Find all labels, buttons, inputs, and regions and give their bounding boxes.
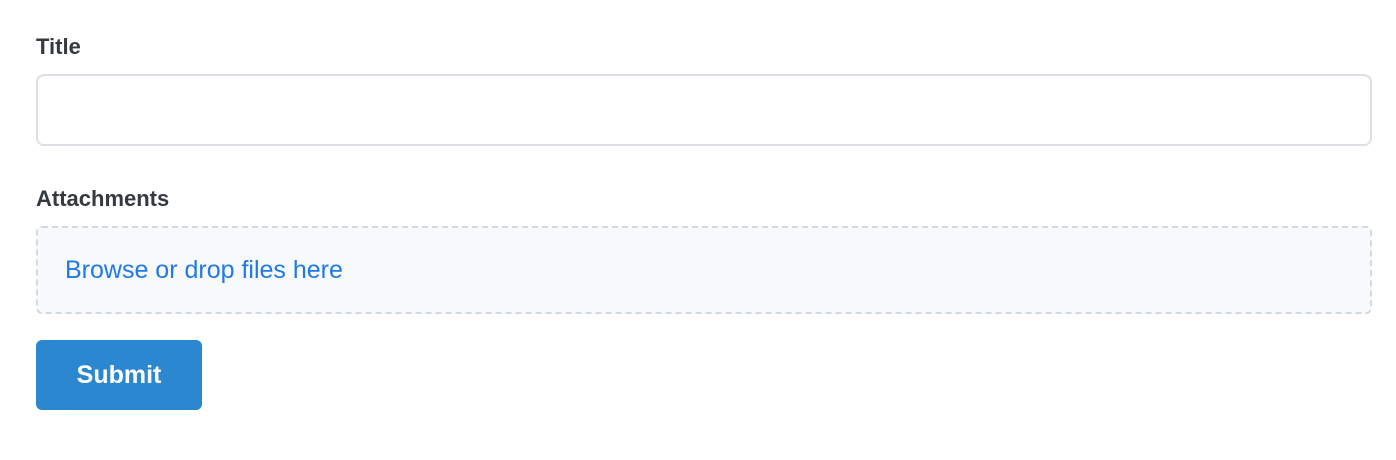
- upload-form: Title Attachments Browse or drop files h…: [36, 30, 1372, 410]
- submit-button[interactable]: Submit: [36, 340, 202, 410]
- attachments-dropzone[interactable]: Browse or drop files here: [36, 226, 1372, 314]
- title-input[interactable]: [36, 74, 1372, 146]
- attachments-label: Attachments: [36, 186, 170, 211]
- browse-files-link[interactable]: Browse or drop files here: [65, 256, 343, 285]
- title-label: Title: [36, 34, 81, 59]
